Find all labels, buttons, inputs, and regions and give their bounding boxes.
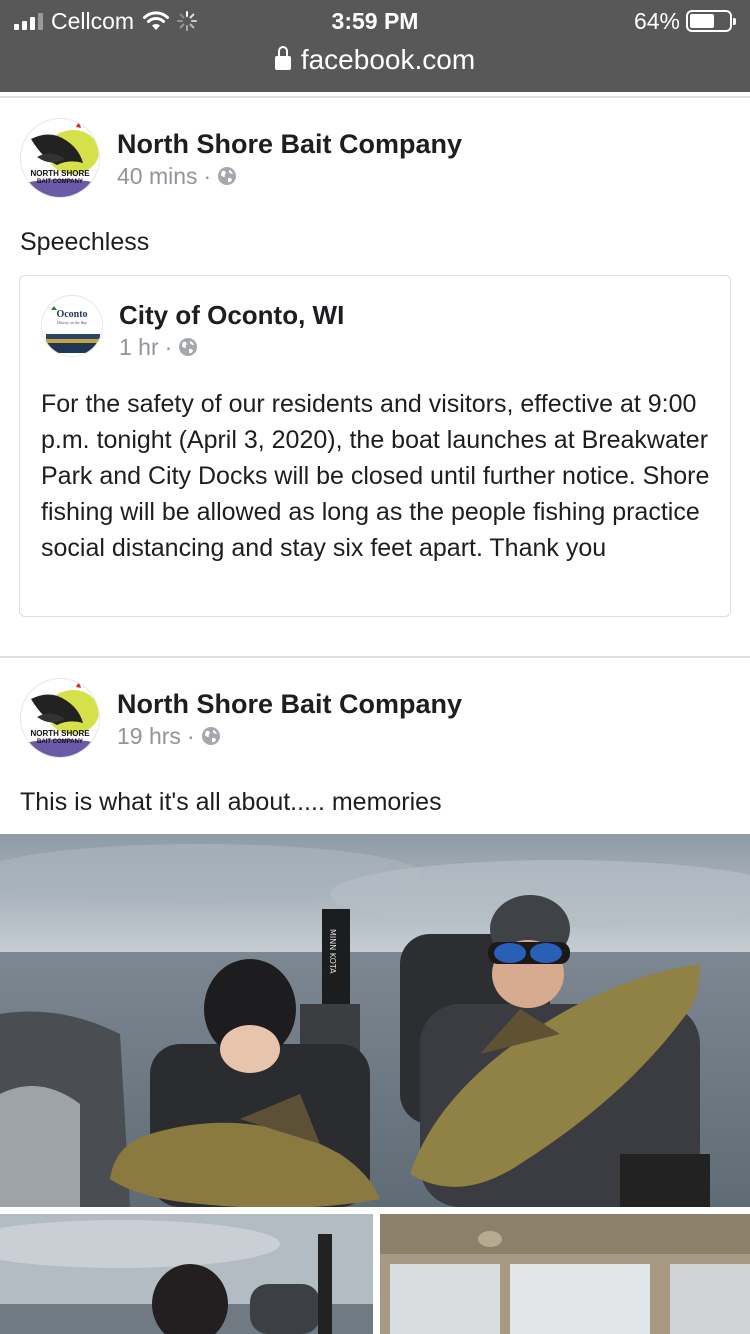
browser-top-bar: Cellcom 3:59 PM 64% facebook.com [0,0,750,92]
lock-icon [274,46,291,72]
battery-percentage: 64% [633,7,680,34]
truck-interior-photo-illustration [380,1214,750,1334]
fishing-photo-illustration: MINN KOTA [0,834,750,1207]
shared-post-timestamp[interactable]: 1 hr [119,332,159,362]
shared-post-time-row: 1 hr · [119,332,344,362]
shared-post-author[interactable]: City of Oconto, WI [119,299,344,331]
logo-text-line2: BAIT COMPANY [37,179,83,185]
post-text: Speechless [20,228,150,256]
post-divider [0,656,750,658]
shared-page-avatar[interactable]: Oconto History on the Bay [41,295,103,357]
oconto-logo [42,296,102,356]
page-avatar[interactable]: NORTH SHORE BAIT COMPANY [20,118,100,198]
post-author[interactable]: North Shore Bait Company [117,688,462,720]
separator-dot: · [203,163,212,189]
status-bar-right: 64% [633,6,736,36]
motor-brand-text: MINN KOTA [328,929,337,974]
url-text[interactable]: facebook.com [301,44,475,76]
post-meta: North Shore Bait Company 40 mins · [117,118,462,191]
feed-divider [0,96,750,98]
globe-icon [218,167,237,185]
shared-post-header: Oconto History on the Bay City of Oconto… [41,295,344,362]
post-meta: North Shore Bait Company 19 hrs · [117,678,462,751]
separator-dot: · [164,334,173,360]
post-time-row: 40 mins · [117,161,462,191]
post-header: NORTH SHORE BAIT COMPANY North Shore Bai… [20,678,462,758]
logo-text-line1: NORTH SHORE [30,729,90,738]
post-timestamp[interactable]: 40 mins [117,161,198,191]
globe-icon [201,727,220,745]
post-photo-grid-1[interactable] [0,1214,373,1334]
shared-post-meta: City of Oconto, WI 1 hr · [119,295,344,362]
post-text: This is what it's all about..... memorie… [20,788,442,816]
post-author[interactable]: North Shore Bait Company [117,128,462,160]
battery-icon [686,10,736,32]
logo-text-line2: BAIT COMPANY [37,739,83,745]
globe-icon [179,338,198,356]
post-header: NORTH SHORE BAIT COMPANY North Shore Bai… [20,118,462,198]
post-time-row: 19 hrs · [117,721,462,751]
oconto-logo-tagline: History on the Bay [56,320,88,325]
post-photo-main[interactable]: MINN KOTA [0,834,750,1207]
logo-text-line1: NORTH SHORE [30,169,90,178]
post-timestamp[interactable]: 19 hrs [117,721,181,751]
shared-post-body: For the safety of our residents and visi… [41,390,710,562]
fishing-photo-illustration [0,1214,373,1334]
page-avatar[interactable]: NORTH SHORE BAIT COMPANY [20,678,100,758]
address-bar[interactable]: facebook.com [0,42,750,78]
post-photo-grid-2[interactable] [380,1214,750,1334]
separator-dot: · [186,723,195,749]
shared-post-card[interactable]: Oconto History on the Bay City of Oconto… [19,275,731,617]
oconto-logo-name: Oconto [56,309,88,320]
